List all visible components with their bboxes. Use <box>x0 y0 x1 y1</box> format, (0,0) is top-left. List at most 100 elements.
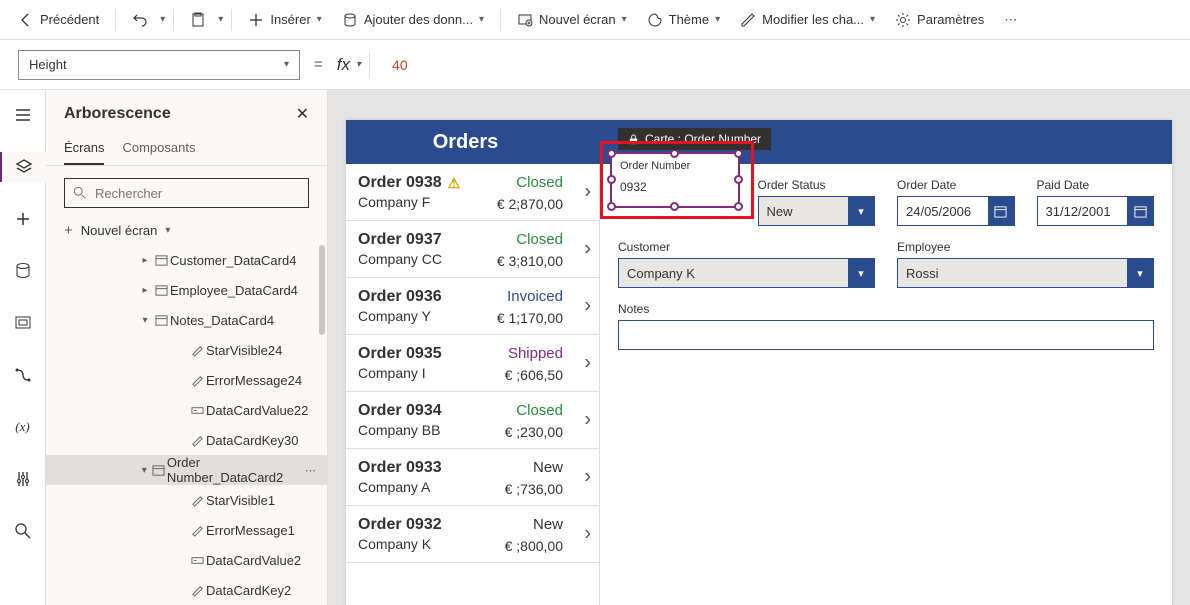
tools-icon <box>14 470 32 488</box>
chevron-down-icon: ▾ <box>317 14 322 25</box>
tab-components[interactable]: Composants <box>122 132 195 165</box>
tree-item[interactable]: DataCardValue22 <box>46 395 327 425</box>
rail-hamburger[interactable] <box>0 100 46 130</box>
paid-date-picker[interactable]: 31/12/2001 <box>1037 196 1155 226</box>
side-rail: (x) <box>0 90 46 605</box>
undo-button[interactable] <box>124 8 156 32</box>
tree-item[interactable]: StarVisible1 <box>46 485 327 515</box>
separator <box>231 9 232 31</box>
details-form: Order Number 0932 Order Status New ▾ Ord… <box>600 164 1172 605</box>
add-data-label: Ajouter des donn... <box>364 12 473 27</box>
clipboard-icon <box>190 12 206 28</box>
separator <box>173 9 174 31</box>
back-button[interactable]: Précédent <box>10 8 107 32</box>
tree-item[interactable]: ▾ Order Number_DataCard2 ⋯ <box>46 455 327 485</box>
chevron-down-icon: ▾ <box>1127 259 1153 287</box>
employee-label: Employee <box>897 240 1154 254</box>
tree-item[interactable]: StarVisible24 <box>46 335 327 365</box>
new-screen-button[interactable]: + Nouvel écran ▾ <box>46 216 327 245</box>
formula-value[interactable]: 40 <box>392 57 408 73</box>
equals-sign: = <box>314 56 323 73</box>
insert-button[interactable]: Insérer ▾ <box>240 8 330 32</box>
rail-insert[interactable] <box>0 204 46 234</box>
fx-button[interactable]: fx ▾ <box>337 55 361 75</box>
scrollbar[interactable] <box>319 245 325 335</box>
theme-button[interactable]: Thème ▾ <box>639 8 729 32</box>
undo-icon <box>132 12 148 28</box>
edit-fields-button[interactable]: Modifier les cha... ▾ <box>732 8 883 32</box>
tree-item[interactable]: ErrorMessage1 <box>46 515 327 545</box>
tree-item-label: DataCardKey2 <box>206 583 291 598</box>
order-price: € ;736,00 <box>505 481 563 497</box>
app-preview: Closed Orders Order 0938 ⚠ Company F Clo… <box>346 120 1172 605</box>
order-row[interactable]: Order 0938 ⚠ Company F Closed € 2;870,00… <box>346 164 599 221</box>
chevron-down-icon[interactable]: ▾ <box>218 14 223 25</box>
search-input[interactable] <box>95 186 300 201</box>
order-price: € ;606,50 <box>505 367 563 383</box>
edit-icon <box>740 12 756 28</box>
field-notes: Notes <box>618 302 1154 350</box>
more-button[interactable]: ⋯ <box>996 8 1025 32</box>
card-icon <box>152 314 170 327</box>
rail-data[interactable] <box>0 256 46 286</box>
selected-card[interactable]: Order Number 0932 <box>610 152 740 208</box>
order-row[interactable]: Order 0934 Company BB Closed € ;230,00 › <box>346 392 599 449</box>
notes-input[interactable] <box>618 320 1154 350</box>
field-employee: Employee Rossi ▾ <box>897 240 1154 288</box>
tab-screens[interactable]: Écrans <box>64 132 104 165</box>
tree-item[interactable]: ▸ Employee_DataCard4 <box>46 275 327 305</box>
tree-item[interactable]: DataCardKey2 <box>46 575 327 605</box>
rail-tools[interactable] <box>0 464 46 494</box>
order-price: € ;800,00 <box>505 538 563 554</box>
app-title: Orders <box>433 131 499 154</box>
order-date-label: Order Date <box>897 178 1015 192</box>
property-selector[interactable]: Height ▾ <box>18 50 300 80</box>
tree-panel: Arborescence ✕ Écrans Composants + Nouve… <box>46 90 328 605</box>
tree-item[interactable]: ▸ Customer_DataCard4 <box>46 245 327 275</box>
order-row[interactable]: Order 0936 Company Y Invoiced € 1;170,00… <box>346 278 599 335</box>
order-status-dropdown[interactable]: New ▾ <box>758 196 876 226</box>
expand-icon[interactable]: ▸ <box>138 285 152 296</box>
rail-flows[interactable] <box>0 360 46 390</box>
expand-icon[interactable]: ▾ <box>138 315 152 326</box>
media-icon <box>14 314 32 332</box>
customer-dropdown[interactable]: Company K ▾ <box>618 258 875 288</box>
expand-icon[interactable]: ▸ <box>138 255 152 266</box>
card-icon <box>151 464 167 477</box>
order-status: New <box>533 516 563 533</box>
chevron-right-icon: › <box>584 466 591 489</box>
employee-dropdown[interactable]: Rossi ▾ <box>897 258 1154 288</box>
tree-item[interactable]: DataCardValue2 <box>46 545 327 575</box>
tree-title: Arborescence <box>64 105 171 123</box>
chevron-down-icon[interactable]: ▾ <box>160 14 165 25</box>
tree-item[interactable]: ErrorMessage24 <box>46 365 327 395</box>
orders-list[interactable]: Order 0938 ⚠ Company F Closed € 2;870,00… <box>346 164 600 605</box>
expand-icon[interactable]: ▾ <box>138 465 151 476</box>
tree-item-label: Customer_DataCard4 <box>170 253 296 268</box>
order-row[interactable]: Order 0933 Company A New € ;736,00 › <box>346 449 599 506</box>
plus-icon <box>14 210 32 228</box>
close-icon[interactable]: ✕ <box>296 104 309 124</box>
paste-button[interactable] <box>182 8 214 32</box>
new-screen-button[interactable]: Nouvel écran ▾ <box>509 8 635 32</box>
tree-search[interactable] <box>64 178 309 208</box>
settings-button[interactable]: Paramètres <box>887 8 992 32</box>
tree-item[interactable]: ▾ Notes_DataCard4 <box>46 305 327 335</box>
order-row[interactable]: Order 0932 Company K New € ;800,00 › <box>346 506 599 563</box>
order-row[interactable]: Order 0937 Company CC Closed € 3;810,00 … <box>346 221 599 278</box>
order-row[interactable]: Order 0935 Company I Shipped € ;606,50 › <box>346 335 599 392</box>
rail-variables[interactable]: (x) <box>0 412 46 442</box>
rail-tree[interactable] <box>0 152 46 182</box>
tree-item-label: Notes_DataCard4 <box>170 313 274 328</box>
rail-media[interactable] <box>0 308 46 338</box>
add-data-button[interactable]: Ajouter des donn... ▾ <box>334 8 492 32</box>
order-date-picker[interactable]: 24/05/2006 <box>897 196 1015 226</box>
arrow-left-icon <box>18 12 34 28</box>
tree-item[interactable]: DataCardKey30 <box>46 425 327 455</box>
palette-icon <box>647 12 663 28</box>
rail-search[interactable] <box>0 516 46 546</box>
order-status: Closed <box>516 402 563 419</box>
more-icon[interactable]: ⋯ <box>305 464 317 477</box>
text-icon <box>188 524 206 537</box>
text-icon <box>188 374 206 387</box>
